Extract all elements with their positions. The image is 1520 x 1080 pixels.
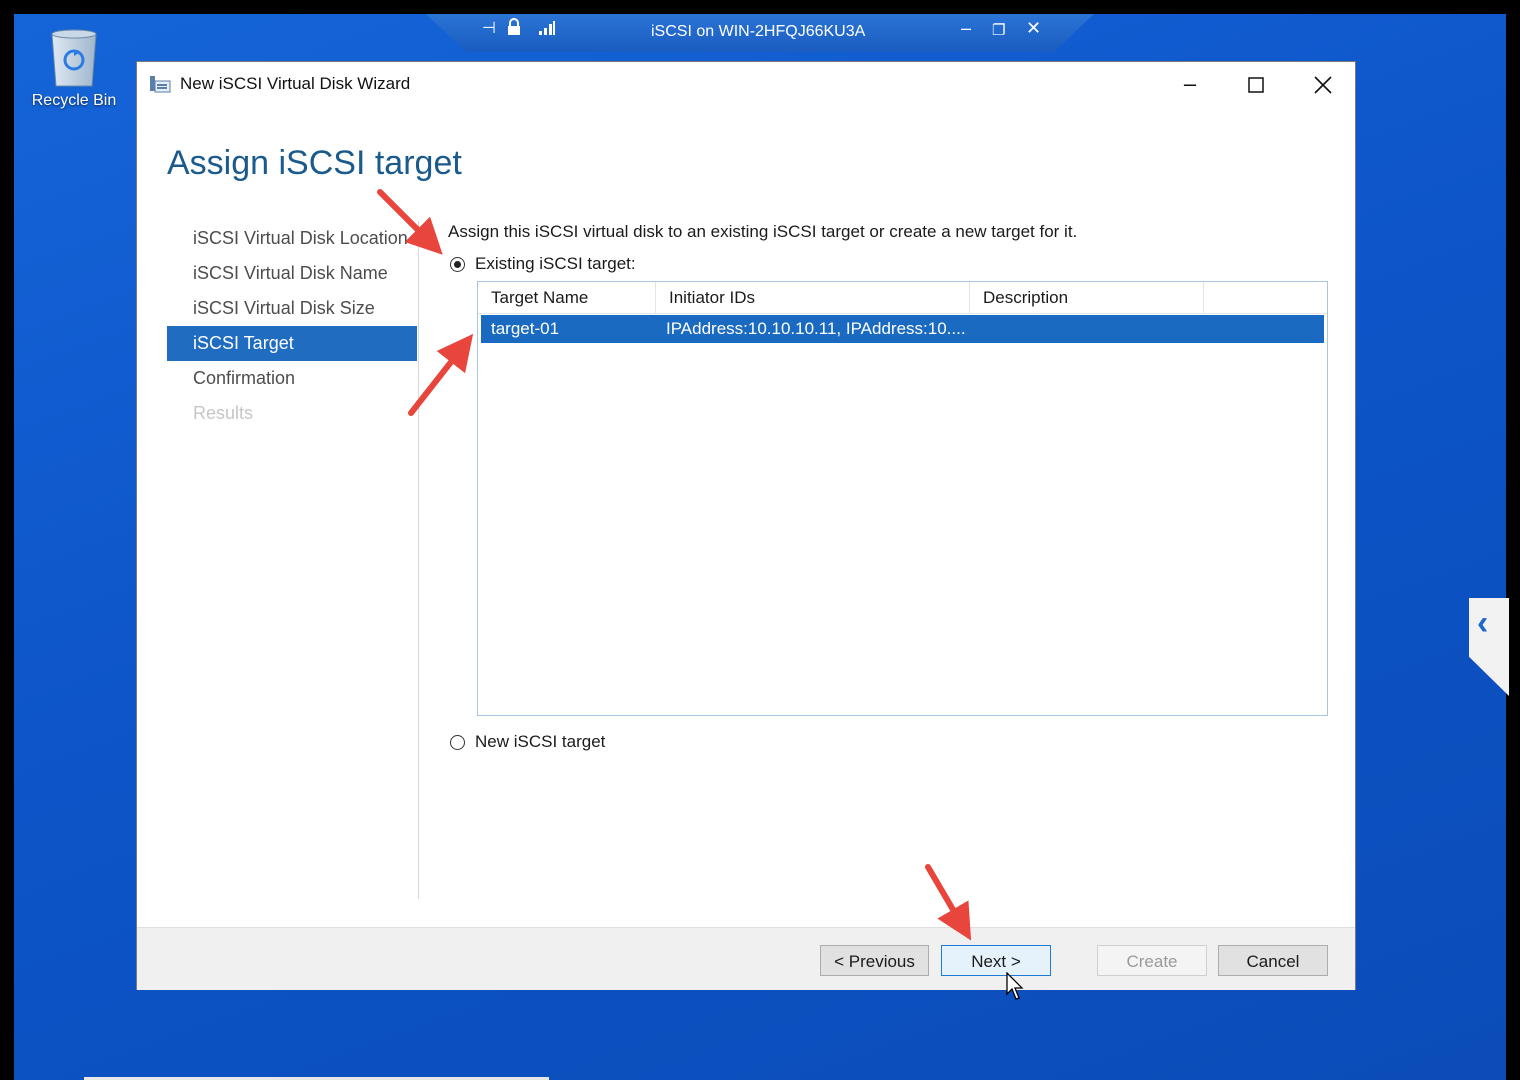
- targets-list[interactable]: Target Name Initiator IDs Description ta…: [477, 281, 1328, 716]
- wizard-steps-nav: iSCSI Virtual Disk Location iSCSI Virtua…: [167, 221, 417, 431]
- remote-connection-bar: ⊣ iSCSI on WIN-2HFQJ66KU3A – ❐ ✕: [426, 14, 1094, 52]
- column-initiator-ids[interactable]: Initiator IDs: [656, 282, 970, 313]
- step-iscsi-target[interactable]: iSCSI Target: [167, 326, 417, 361]
- close-icon[interactable]: ✕: [1026, 18, 1041, 39]
- minimize-icon[interactable]: –: [961, 18, 971, 39]
- column-target-name[interactable]: Target Name: [478, 282, 656, 313]
- recycle-bin[interactable]: Recycle Bin: [24, 28, 124, 110]
- new-target-label: New iSCSI target: [475, 732, 606, 751]
- step-confirmation[interactable]: Confirmation: [167, 361, 417, 396]
- previous-button[interactable]: < Previous: [820, 945, 929, 976]
- minimize-button[interactable]: –: [1167, 66, 1213, 102]
- pin-icon[interactable]: ⊣: [478, 18, 500, 40]
- step-results: Results: [193, 403, 254, 423]
- existing-target-radio[interactable]: [450, 256, 465, 272]
- nav-divider: [418, 221, 419, 899]
- close-button[interactable]: [1300, 66, 1346, 102]
- remote-connection-title: iSCSI on WIN-2HFQJ66KU3A: [651, 23, 866, 40]
- existing-target-label: Existing iSCSI target:: [475, 254, 636, 273]
- existing-target-option[interactable]: Existing iSCSI target:: [450, 254, 636, 274]
- recycle-bin-icon: [48, 28, 100, 88]
- signal-icon[interactable]: [538, 20, 556, 41]
- wizard-window: New iSCSI Virtual Disk Wizard – Assign i…: [136, 61, 1356, 990]
- step-description: Assign this iSCSI virtual disk to an exi…: [448, 222, 1078, 241]
- recycle-bin-label: Recycle Bin: [31, 92, 117, 109]
- targets-list-header: Target Name Initiator IDs Description: [478, 282, 1327, 314]
- lock-icon[interactable]: [506, 18, 522, 40]
- step-disk-name[interactable]: iSCSI Virtual Disk Name: [167, 256, 417, 291]
- cell-target-name: target-01: [491, 319, 560, 338]
- cell-description: [980, 315, 1200, 343]
- page-title: Assign iSCSI target: [167, 144, 462, 182]
- next-button[interactable]: Next >: [941, 945, 1051, 976]
- wizard-footer: < Previous Next > Create Cancel: [137, 927, 1355, 990]
- table-row[interactable]: target-01 IPAddress:10.10.10.11, IPAddre…: [481, 315, 1324, 343]
- restore-icon[interactable]: ❐: [992, 21, 1005, 39]
- create-button: Create: [1097, 945, 1207, 976]
- step-disk-size[interactable]: iSCSI Virtual Disk Size: [167, 291, 417, 326]
- wizard-app-icon: [149, 73, 171, 95]
- cancel-button[interactable]: Cancel: [1218, 945, 1328, 976]
- maximize-button[interactable]: [1233, 66, 1279, 102]
- new-target-option[interactable]: New iSCSI target: [450, 732, 605, 752]
- column-description[interactable]: Description: [970, 282, 1204, 313]
- window-title: New iSCSI Virtual Disk Wizard: [180, 74, 411, 93]
- chevron-left-icon: ‹: [1477, 604, 1489, 642]
- mouse-cursor-icon: [1006, 971, 1026, 1007]
- cell-initiator-ids: IPAddress:10.10.10.11, IPAddress:10....: [666, 319, 966, 338]
- step-disk-location[interactable]: iSCSI Virtual Disk Location: [167, 221, 417, 256]
- new-target-radio[interactable]: [450, 734, 465, 750]
- title-bar: New iSCSI Virtual Disk Wizard –: [137, 62, 1355, 106]
